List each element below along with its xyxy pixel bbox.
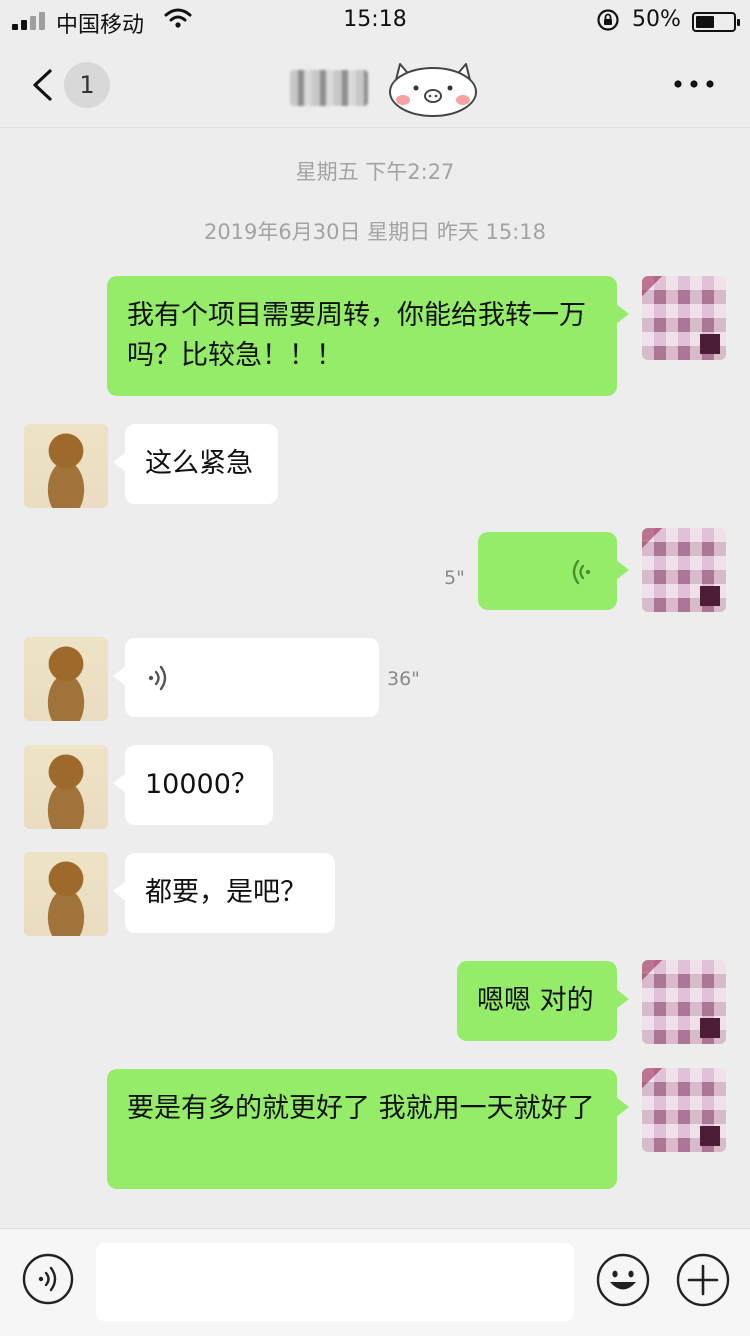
more-dots-icon[interactable] bbox=[666, 70, 722, 98]
voice-wave-icon bbox=[148, 665, 167, 691]
contact-avatar[interactable] bbox=[24, 745, 108, 829]
emoji-icon[interactable] bbox=[596, 1253, 650, 1307]
pig-face-icon bbox=[389, 63, 477, 117]
contact-avatar[interactable] bbox=[24, 424, 108, 508]
voice-wave-icon bbox=[572, 559, 591, 585]
outgoing-message-bubble[interactable]: 我有个项目需要周转，你能给我转一万吗？比较急！！！ bbox=[107, 276, 629, 396]
rotation-lock-icon bbox=[597, 9, 619, 31]
outgoing-message-bubble[interactable]: 要是有多的就更好了 我就用一天就好了 bbox=[107, 1069, 629, 1189]
outgoing-voice-message[interactable] bbox=[478, 532, 629, 610]
self-avatar[interactable] bbox=[642, 276, 726, 360]
voice-input-icon[interactable] bbox=[22, 1253, 74, 1305]
plus-circle-icon[interactable] bbox=[676, 1253, 730, 1307]
chat-input-bar bbox=[0, 1228, 750, 1336]
unread-count-badge: 1 bbox=[64, 62, 110, 108]
back-button[interactable]: 1 bbox=[24, 60, 120, 110]
self-avatar[interactable] bbox=[642, 528, 726, 612]
self-avatar[interactable] bbox=[642, 1068, 726, 1152]
voice-duration: 5" bbox=[444, 567, 465, 589]
incoming-message-bubble[interactable]: 都要，是吧？ bbox=[113, 853, 335, 933]
incoming-message-bubble[interactable]: 这么紧急 bbox=[113, 424, 278, 504]
incoming-voice-message[interactable] bbox=[113, 638, 379, 717]
contact-name[interactable]: 发发 bbox=[290, 70, 368, 106]
voice-duration: 36" bbox=[387, 668, 420, 690]
message-timestamp: 星期五 下午2:27 bbox=[295, 160, 455, 184]
contact-avatar[interactable] bbox=[24, 852, 108, 936]
status-bar: 中国移动 15:18 50% bbox=[0, 0, 750, 44]
chevron-left-icon bbox=[33, 69, 52, 101]
battery-level bbox=[696, 16, 714, 28]
contact-avatar[interactable] bbox=[24, 637, 108, 721]
incoming-message-bubble[interactable]: 10000？ bbox=[113, 745, 273, 825]
message-input[interactable] bbox=[96, 1243, 574, 1321]
battery-icon bbox=[692, 12, 740, 32]
message-timestamp: 2019年6月30日 星期日 昨天 15:18 bbox=[203, 220, 547, 244]
chat-header: 1 发发 bbox=[0, 44, 750, 128]
outgoing-message-bubble[interactable]: 嗯嗯 对的 bbox=[457, 961, 629, 1041]
self-avatar[interactable] bbox=[642, 960, 726, 1044]
battery-percent: 50% bbox=[632, 7, 681, 32]
